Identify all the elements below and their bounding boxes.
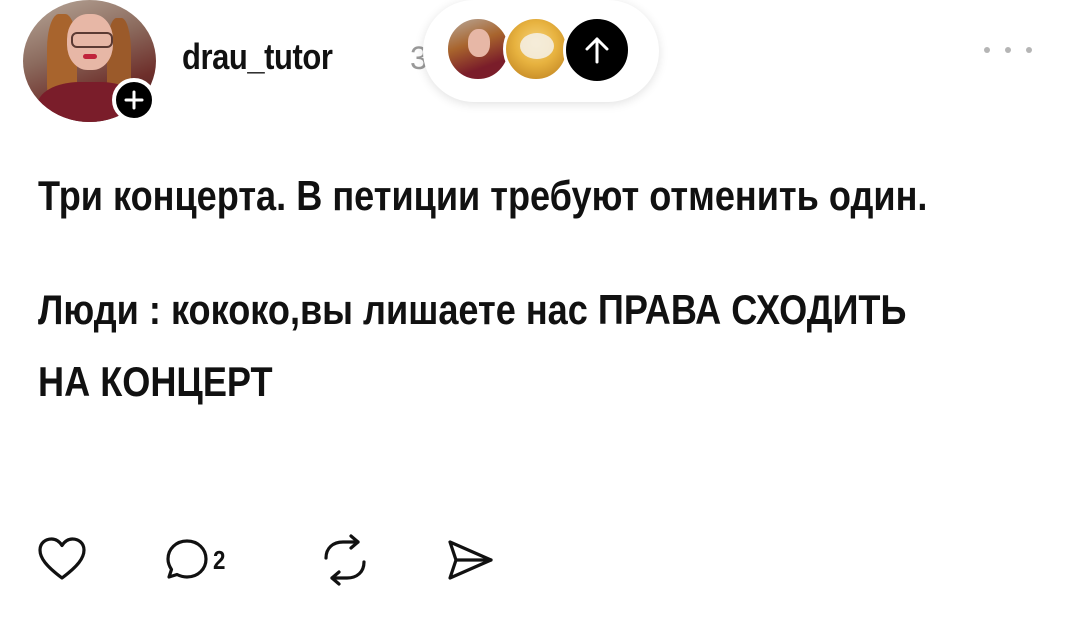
repost-button[interactable] bbox=[318, 530, 372, 590]
arrow-up-icon bbox=[585, 37, 609, 64]
post-body: Три концерта. В петиции требуют отменить… bbox=[38, 160, 927, 460]
post-paragraph-2: Люди : кококо,вы лишаете нас ПРАВА СХОДИ… bbox=[38, 286, 907, 405]
more-dots-icon bbox=[984, 47, 990, 53]
post-paragraph-1: Три концерта. В петиции требуют отменить… bbox=[38, 172, 928, 219]
mini-avatar-face bbox=[468, 29, 490, 57]
more-options-button[interactable] bbox=[984, 38, 1032, 62]
author-username[interactable]: drau_tutor bbox=[182, 36, 333, 78]
new-post-avatar-1 bbox=[445, 16, 511, 82]
repost-icon bbox=[324, 534, 366, 586]
avatar-glasses bbox=[71, 32, 113, 48]
comment-icon bbox=[166, 539, 208, 579]
reply-button[interactable]: 2 bbox=[164, 530, 226, 590]
new-post-avatar-2 bbox=[503, 16, 569, 82]
heart-icon bbox=[38, 537, 86, 580]
scroll-to-top-button[interactable] bbox=[563, 16, 631, 84]
plus-icon bbox=[124, 90, 144, 110]
share-button[interactable] bbox=[444, 530, 496, 590]
like-button[interactable] bbox=[36, 530, 88, 590]
new-posts-pill[interactable] bbox=[423, 0, 659, 102]
reply-count: 2 bbox=[213, 544, 226, 575]
more-dot bbox=[1005, 47, 1011, 53]
mini-avatar-figure bbox=[520, 33, 554, 59]
send-icon bbox=[448, 540, 493, 580]
follow-button[interactable] bbox=[112, 78, 156, 122]
avatar-lips bbox=[83, 54, 97, 59]
more-dot bbox=[1026, 47, 1032, 53]
post-actions: 2 bbox=[36, 530, 536, 590]
